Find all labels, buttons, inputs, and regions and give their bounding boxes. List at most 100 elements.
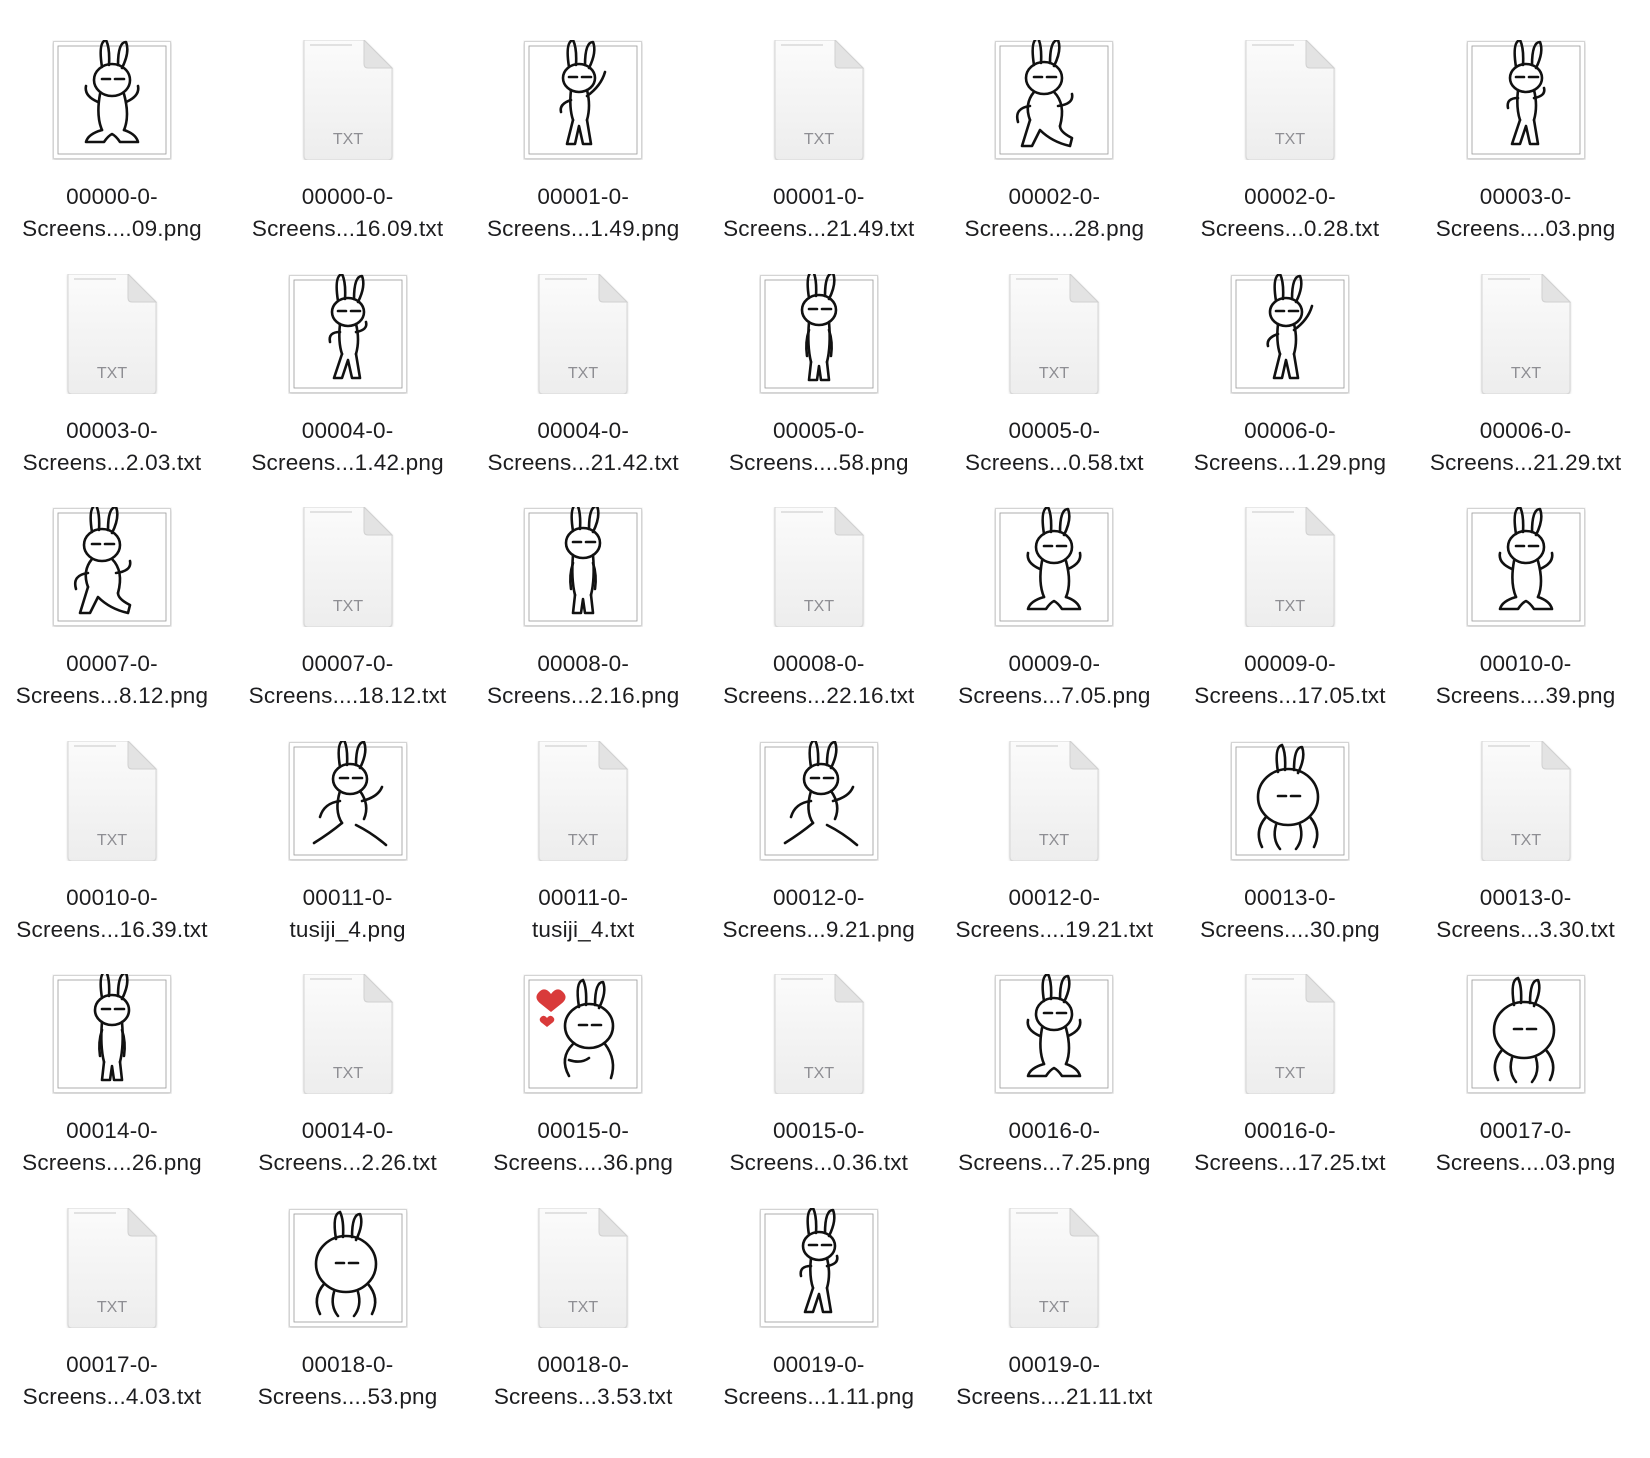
image-thumbnail-icon[interactable] <box>994 507 1114 627</box>
text-document-icon[interactable]: TXT <box>1466 740 1586 861</box>
image-thumbnail-icon[interactable] <box>288 273 408 394</box>
file-item-txt[interactable]: TXT 00013-0- Screens...3.30.txt <box>1416 701 1636 942</box>
image-thumbnail-icon[interactable] <box>759 740 879 861</box>
text-document-icon[interactable]: TXT <box>1230 40 1350 160</box>
file-item-txt[interactable]: TXT 00017-0- Screens...4.03.txt <box>2 1168 222 1409</box>
image-thumbnail-icon[interactable] <box>1230 741 1350 861</box>
file-name-label[interactable]: 00018-0- Screens...3.53.txt <box>473 1349 693 1413</box>
file-item-png[interactable]: 00018-0- Screens....53.png <box>238 1168 458 1409</box>
image-thumbnail-icon[interactable] <box>1230 273 1350 394</box>
text-document-icon[interactable]: TXT <box>994 273 1114 394</box>
file-item-txt[interactable]: TXT 00014-0- Screens...2.26.txt <box>238 934 458 1175</box>
image-thumbnail-icon[interactable] <box>1466 40 1586 160</box>
text-document-icon[interactable]: TXT <box>288 974 408 1095</box>
image-thumbnail-icon[interactable] <box>52 974 172 1094</box>
text-document-icon[interactable]: TXT <box>52 273 172 394</box>
file-item-txt[interactable]: TXT 00007-0- Screens....18.12.txt <box>238 467 458 708</box>
file-item-txt[interactable]: TXT 00015-0- Screens...0.36.txt <box>709 934 929 1175</box>
file-item-png[interactable]: 00009-0- Screens...7.05.png <box>944 467 1164 708</box>
text-document-icon[interactable]: TXT <box>759 507 879 628</box>
image-thumbnail-icon[interactable] <box>759 1208 879 1328</box>
txt-badge: TXT <box>804 1065 834 1082</box>
image-thumbnail-icon[interactable] <box>52 507 172 627</box>
text-document-icon[interactable]: TXT <box>1230 974 1350 1095</box>
file-name-line-1: 00001-0- <box>537 184 630 209</box>
file-item-png[interactable]: 00004-0- Screens...1.42.png <box>238 234 458 475</box>
file-item-txt[interactable]: TXT 00012-0- Screens....19.21.txt <box>944 701 1164 942</box>
file-item-txt[interactable]: TXT 00000-0- Screens...16.09.txt <box>238 0 458 241</box>
file-item-txt[interactable]: TXT 00006-0- Screens...21.29.txt <box>1416 234 1636 475</box>
image-thumbnail-icon[interactable] <box>288 1208 408 1328</box>
file-item-txt[interactable]: TXT 00010-0- Screens...16.39.txt <box>2 701 222 942</box>
text-document-icon[interactable]: TXT <box>288 40 408 160</box>
file-item-txt[interactable]: TXT 00002-0- Screens...0.28.txt <box>1180 0 1400 241</box>
file-item-png[interactable]: 00001-0- Screens...1.49.png <box>473 0 693 241</box>
file-item-png[interactable]: 00017-0- Screens....03.png <box>1416 934 1636 1175</box>
file-item-png[interactable]: 00019-0- Screens...1.11.png <box>709 1168 929 1409</box>
file-item-png[interactable]: 00010-0- Screens....39.png <box>1416 467 1636 708</box>
text-document-icon[interactable]: TXT <box>1230 507 1350 628</box>
file-item-png[interactable]: 00012-0- Screens...9.21.png <box>709 701 929 942</box>
txt-badge: TXT <box>1039 365 1069 382</box>
image-thumbnail-icon[interactable] <box>52 40 172 160</box>
image-thumbnail-icon[interactable] <box>994 974 1114 1094</box>
file-item-txt[interactable]: TXT 00001-0- Screens...21.49.txt <box>709 0 929 241</box>
file-item-txt[interactable]: TXT 00018-0- Screens...3.53.txt <box>473 1168 693 1409</box>
image-thumbnail-icon[interactable] <box>523 40 643 160</box>
file-name-line-2: Screens....53.png <box>257 1384 438 1409</box>
txt-badge: TXT <box>97 1299 127 1316</box>
txt-badge: TXT <box>568 365 598 382</box>
text-document-icon[interactable]: TXT <box>759 40 879 160</box>
text-document-icon[interactable]: TXT <box>759 974 879 1095</box>
file-name-label[interactable]: 00019-0- Screens...1.11.png <box>709 1349 929 1413</box>
image-thumbnail-icon[interactable] <box>1466 507 1586 627</box>
file-item-png[interactable]: 00014-0- Screens....26.png <box>2 934 222 1175</box>
file-item-png[interactable]: 00007-0- Screens...8.12.png <box>2 467 222 708</box>
file-item-txt[interactable]: TXT 00004-0- Screens...21.42.txt <box>473 234 693 475</box>
file-name-line-1: 00001-0- <box>772 184 865 209</box>
file-item-txt[interactable]: TXT 00019-0- Screens....21.11.txt <box>944 1168 1164 1409</box>
file-item-png[interactable]: 00002-0- Screens....28.png <box>944 0 1164 241</box>
file-item-png[interactable]: 00008-0- Screens...2.16.png <box>473 467 693 708</box>
file-item-png[interactable]: 00000-0- Screens....09.png <box>2 0 222 241</box>
image-thumbnail-icon[interactable] <box>994 40 1114 160</box>
file-item-txt[interactable]: TXT 00011-0- tusiji_4.txt <box>473 701 693 942</box>
image-thumbnail-icon[interactable] <box>288 740 408 861</box>
text-document-icon[interactable]: TXT <box>523 1208 643 1328</box>
file-name-line-1: 00009-0- <box>1008 651 1101 677</box>
text-document-icon[interactable]: TXT <box>288 507 408 628</box>
file-item-png[interactable]: 00013-0- Screens....30.png <box>1180 701 1400 942</box>
file-item-txt[interactable]: TXT 00009-0- Screens...17.05.txt <box>1180 467 1400 708</box>
file-item-png[interactable]: 00005-0- Screens....58.png <box>709 234 929 475</box>
file-grid: 00000-0- Screens....09.png TXT 00000-0- Sc… <box>0 0 1650 1458</box>
file-name-line-1: 00007-0- <box>301 651 394 677</box>
file-name-label[interactable]: 00019-0- Screens....21.11.txt <box>944 1349 1164 1413</box>
text-document-icon[interactable]: TXT <box>994 740 1114 861</box>
txt-badge: TXT <box>332 1065 362 1082</box>
text-document-icon[interactable]: TXT <box>52 740 172 861</box>
file-item-png[interactable]: 00011-0- tusiji_4.png <box>238 701 458 942</box>
file-item-png[interactable]: 00006-0- Screens...1.29.png <box>1180 234 1400 475</box>
file-item-txt[interactable]: TXT 00005-0- Screens...0.58.txt <box>944 234 1164 475</box>
file-name-label[interactable]: 00017-0- Screens...4.03.txt <box>2 1349 222 1413</box>
file-item-txt[interactable]: TXT 00008-0- Screens...22.16.txt <box>709 467 929 708</box>
file-name-line-1: 00002-0- <box>1244 184 1336 209</box>
text-document-icon[interactable]: TXT <box>52 1208 172 1328</box>
image-thumbnail-icon[interactable] <box>1466 974 1586 1094</box>
text-document-icon[interactable]: TXT <box>994 1208 1114 1328</box>
file-item-png[interactable]: 00003-0- Screens....03.png <box>1416 0 1636 241</box>
file-item-png[interactable]: 00015-0- Screens....36.png <box>473 934 693 1175</box>
image-thumbnail-icon[interactable] <box>523 974 643 1094</box>
file-name-label[interactable]: 00017-0- Screens....03.png <box>1416 1115 1636 1179</box>
text-document-icon[interactable]: TXT <box>523 740 643 861</box>
file-name-label[interactable]: 00018-0- Screens....53.png <box>238 1349 458 1413</box>
file-name-label[interactable]: 00016-0- Screens...17.25.txt <box>1180 1115 1400 1179</box>
file-item-png[interactable]: 00016-0- Screens...7.25.png <box>944 934 1164 1175</box>
file-item-txt[interactable]: TXT 00003-0- Screens...2.03.txt <box>2 234 222 475</box>
file-item-txt[interactable]: TXT 00016-0- Screens...17.25.txt <box>1180 934 1400 1175</box>
image-thumbnail-icon[interactable] <box>523 507 643 627</box>
txt-badge: TXT <box>1510 365 1540 382</box>
text-document-icon[interactable]: TXT <box>523 273 643 394</box>
text-document-icon[interactable]: TXT <box>1466 273 1586 394</box>
image-thumbnail-icon[interactable] <box>759 273 879 394</box>
